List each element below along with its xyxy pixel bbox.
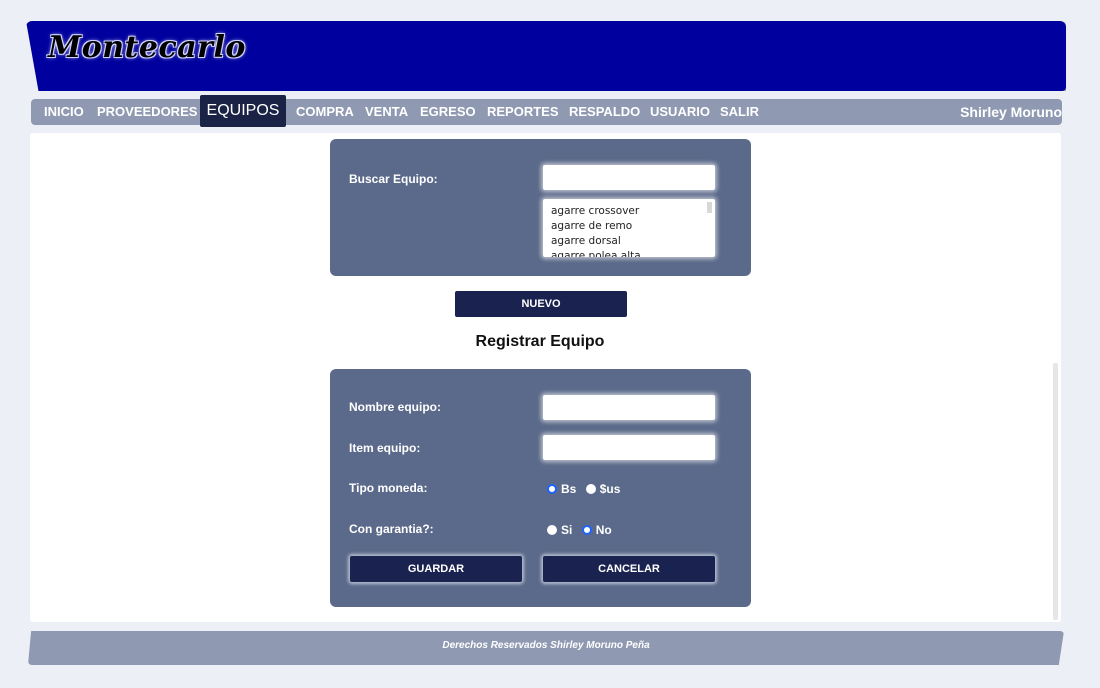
page-footer: Derechos Reservados Shirley Moruno Peña xyxy=(28,631,1064,665)
nav-item-egreso[interactable]: EGRESO xyxy=(420,99,476,125)
nav-item-usuario[interactable]: USUARIO xyxy=(650,99,710,125)
main-nav: INICIO PROVEEDORES COMPRA VENTA EGRESO R… xyxy=(31,99,1062,125)
form-title-text: Registrar Equipo xyxy=(475,333,605,350)
nav-item-proveedores[interactable]: PROVEEDORES xyxy=(97,99,197,125)
item-label: Item equipo: xyxy=(349,441,421,455)
warranty-no-radio[interactable] xyxy=(581,525,592,535)
warranty-radio-group: Si No xyxy=(547,522,618,538)
equipment-list[interactable]: agarre crossover agarre de remo agarre d… xyxy=(543,199,715,257)
form-title: Registrar Equipo xyxy=(0,333,1100,351)
user-name: Shirley Moruno xyxy=(960,104,1062,120)
app-logo: Montecarlo xyxy=(48,30,246,65)
name-label: Nombre equipo: xyxy=(349,400,441,414)
nav-item-equipos[interactable]: EQUIPOS xyxy=(200,95,286,127)
cancel-button[interactable]: CANCELAR xyxy=(543,556,715,582)
nav-item-inicio[interactable]: INICIO xyxy=(44,99,84,125)
list-item[interactable]: agarre de remo xyxy=(543,219,641,234)
currency-bs-label: Bs xyxy=(561,482,577,496)
currency-usd-radio[interactable] xyxy=(585,484,596,494)
content-scrollbar[interactable] xyxy=(1053,363,1058,620)
list-item[interactable]: agarre crossover xyxy=(543,204,641,219)
new-button[interactable]: NUEVO xyxy=(455,291,627,317)
nav-item-salir[interactable]: SALIR xyxy=(720,99,759,125)
list-item[interactable]: agarre dorsal xyxy=(543,234,641,249)
name-input[interactable] xyxy=(543,395,715,420)
footer-text: Derechos Reservados Shirley Moruno Peña xyxy=(442,640,650,651)
nav-item-venta[interactable]: VENTA xyxy=(365,99,408,125)
search-input[interactable] xyxy=(543,165,715,190)
list-item[interactable]: agarre polea alta xyxy=(543,249,641,257)
currency-bs-radio[interactable] xyxy=(547,484,557,494)
list-scrollbar[interactable] xyxy=(707,202,712,213)
nav-item-reportes[interactable]: REPORTES xyxy=(487,99,559,125)
nav-item-respaldo[interactable]: RESPALDO xyxy=(569,99,640,125)
nav-item-compra[interactable]: COMPRA xyxy=(296,99,354,125)
item-input[interactable] xyxy=(543,435,715,460)
search-label: Buscar Equipo: xyxy=(349,172,438,186)
warranty-si-radio[interactable] xyxy=(547,525,557,535)
warranty-label: Con garantia?: xyxy=(349,522,434,536)
save-button[interactable]: GUARDAR xyxy=(350,556,522,582)
warranty-si-label: Si xyxy=(561,523,573,537)
currency-radio-group: Bs $us xyxy=(547,481,626,497)
currency-usd-label: $us xyxy=(599,482,621,496)
warranty-no-label: No xyxy=(595,523,612,537)
currency-label: Tipo moneda: xyxy=(349,481,428,495)
